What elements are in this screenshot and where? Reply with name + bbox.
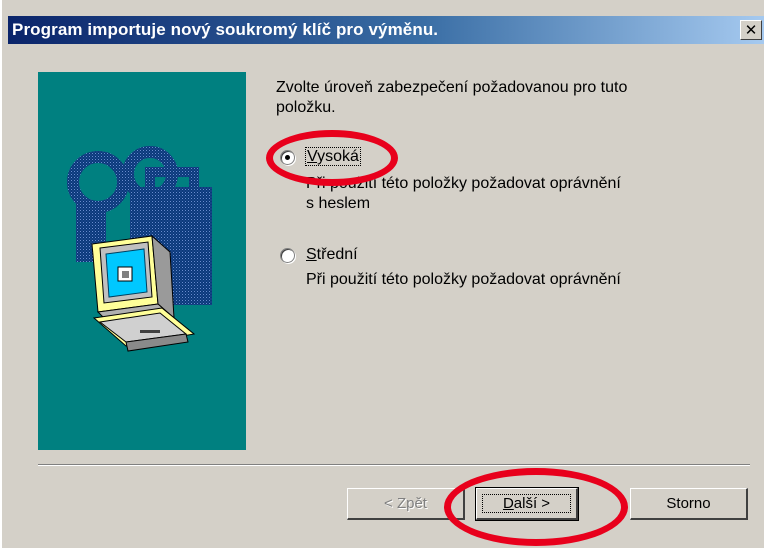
radio-selected-dot [285,155,290,160]
dialog-window: Program importuje nový soukromý klíč pro… [0,0,764,548]
security-computer-illustration [67,146,212,352]
focus-rectangle [482,494,571,513]
window-title: Program importuje nový soukromý klíč pro… [12,20,439,39]
instruction-text: Zvolte úroveň zabezpečení požadovanou pr… [276,79,628,116]
cancel-button[interactable]: Storno [630,488,748,520]
option-medium-label[interactable]: Střední [306,245,358,265]
radio-medium-security[interactable] [280,248,295,263]
option-medium-description: Při použití této položky požadovat opráv… [306,271,621,288]
title-bar[interactable]: Program importuje nový soukromý klíč pro… [8,16,764,44]
close-icon: ✕ [744,20,758,39]
option-high-description: Při použití této položky požadovat opráv… [306,175,621,212]
back-button[interactable]: < Zpět [347,488,465,520]
radio-high-security[interactable] [280,150,295,165]
wizard-side-image [38,72,246,450]
option-high-label[interactable]: Vysoká [305,147,361,167]
next-button[interactable]: Další > [475,487,579,521]
close-button[interactable]: ✕ [740,20,762,40]
button-separator [38,464,750,466]
